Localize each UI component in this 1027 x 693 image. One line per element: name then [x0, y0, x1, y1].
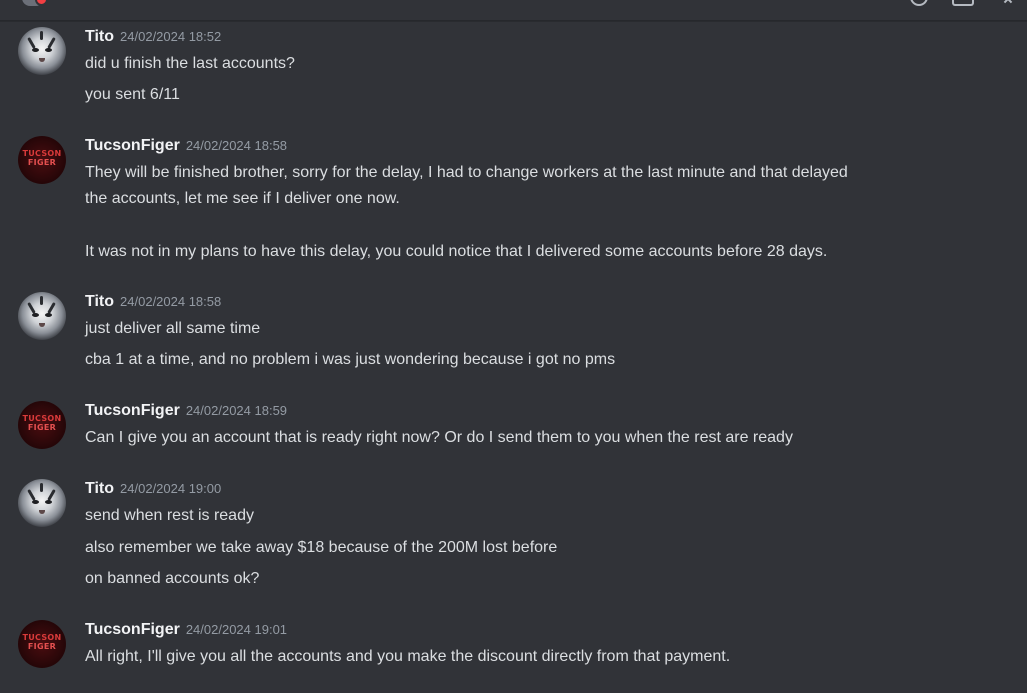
avatar[interactable]: TUCSON FIGER [18, 136, 66, 184]
username[interactable]: TucsonFiger [85, 402, 180, 419]
timestamp[interactable]: 24/02/2024 18:52 [120, 29, 221, 44]
user-avatar-icon[interactable] [22, 0, 48, 6]
avatar-logo-text: FIGER [27, 642, 57, 651]
message-text: the accounts, let me see if I deliver on… [85, 190, 400, 207]
status-badge [35, 0, 48, 6]
timestamp[interactable]: 24/02/2024 19:01 [186, 622, 287, 637]
message-text: They will be finished brother, sorry for… [85, 164, 848, 181]
message-text: on banned accounts ok? [85, 570, 260, 587]
message-text: cba 1 at a time, and no problem i was ju… [85, 351, 616, 368]
timestamp[interactable]: 24/02/2024 18:58 [120, 294, 221, 309]
avatar-logo-text: FIGER [27, 423, 57, 432]
inbox-icon[interactable] [952, 0, 974, 6]
message-text: All right, I'll give you all the account… [85, 648, 731, 665]
avatar[interactable]: TUCSON FIGER [18, 620, 66, 668]
username[interactable]: TucsonFiger [85, 621, 180, 638]
timestamp[interactable]: 24/02/2024 18:59 [186, 403, 287, 418]
avatar-logo-text: TUCSON [22, 633, 62, 642]
message-header: Tito 24/02/2024 18:58 [85, 293, 221, 315]
message-header: Tito 24/02/2024 19:00 [85, 480, 221, 502]
avatar-logo-text: TUCSON [22, 414, 62, 423]
timestamp[interactable]: 24/02/2024 19:00 [120, 481, 221, 496]
avatar[interactable] [18, 27, 66, 75]
avatar[interactable] [18, 292, 66, 340]
message-text: just deliver all same time [85, 320, 261, 337]
message-header: Tito 24/02/2024 18:52 [85, 28, 221, 50]
message-header: TucsonFiger 24/02/2024 18:59 [85, 402, 287, 424]
message-text: did u finish the last accounts? [85, 55, 295, 72]
username[interactable]: Tito [85, 28, 114, 45]
username[interactable]: Tito [85, 480, 114, 497]
avatar-logo-text: FIGER [27, 158, 57, 167]
message-text: It was not in my plans to have this dela… [85, 243, 828, 260]
message-text: you sent 6/11 [85, 86, 180, 103]
notification-icon[interactable] [910, 0, 928, 6]
avatar-logo-text: TUCSON [22, 149, 62, 158]
message-header: TucsonFiger 24/02/2024 19:01 [85, 621, 287, 643]
avatar[interactable] [18, 479, 66, 527]
message-header: TucsonFiger 24/02/2024 18:58 [85, 137, 287, 159]
timestamp[interactable]: 24/02/2024 18:58 [186, 138, 287, 153]
avatar[interactable]: TUCSON FIGER [18, 401, 66, 449]
close-icon[interactable] [1000, 0, 1016, 4]
channel-header-bar [0, 0, 1027, 21]
message-text: Can I give you an account that is ready … [85, 429, 793, 446]
message-text: also remember we take away $18 because o… [85, 539, 558, 556]
username[interactable]: Tito [85, 293, 114, 310]
username[interactable]: TucsonFiger [85, 137, 180, 154]
message-list: Tito 24/02/2024 18:52 did u finish the la… [0, 21, 1027, 693]
message-text: send when rest is ready [85, 507, 254, 524]
